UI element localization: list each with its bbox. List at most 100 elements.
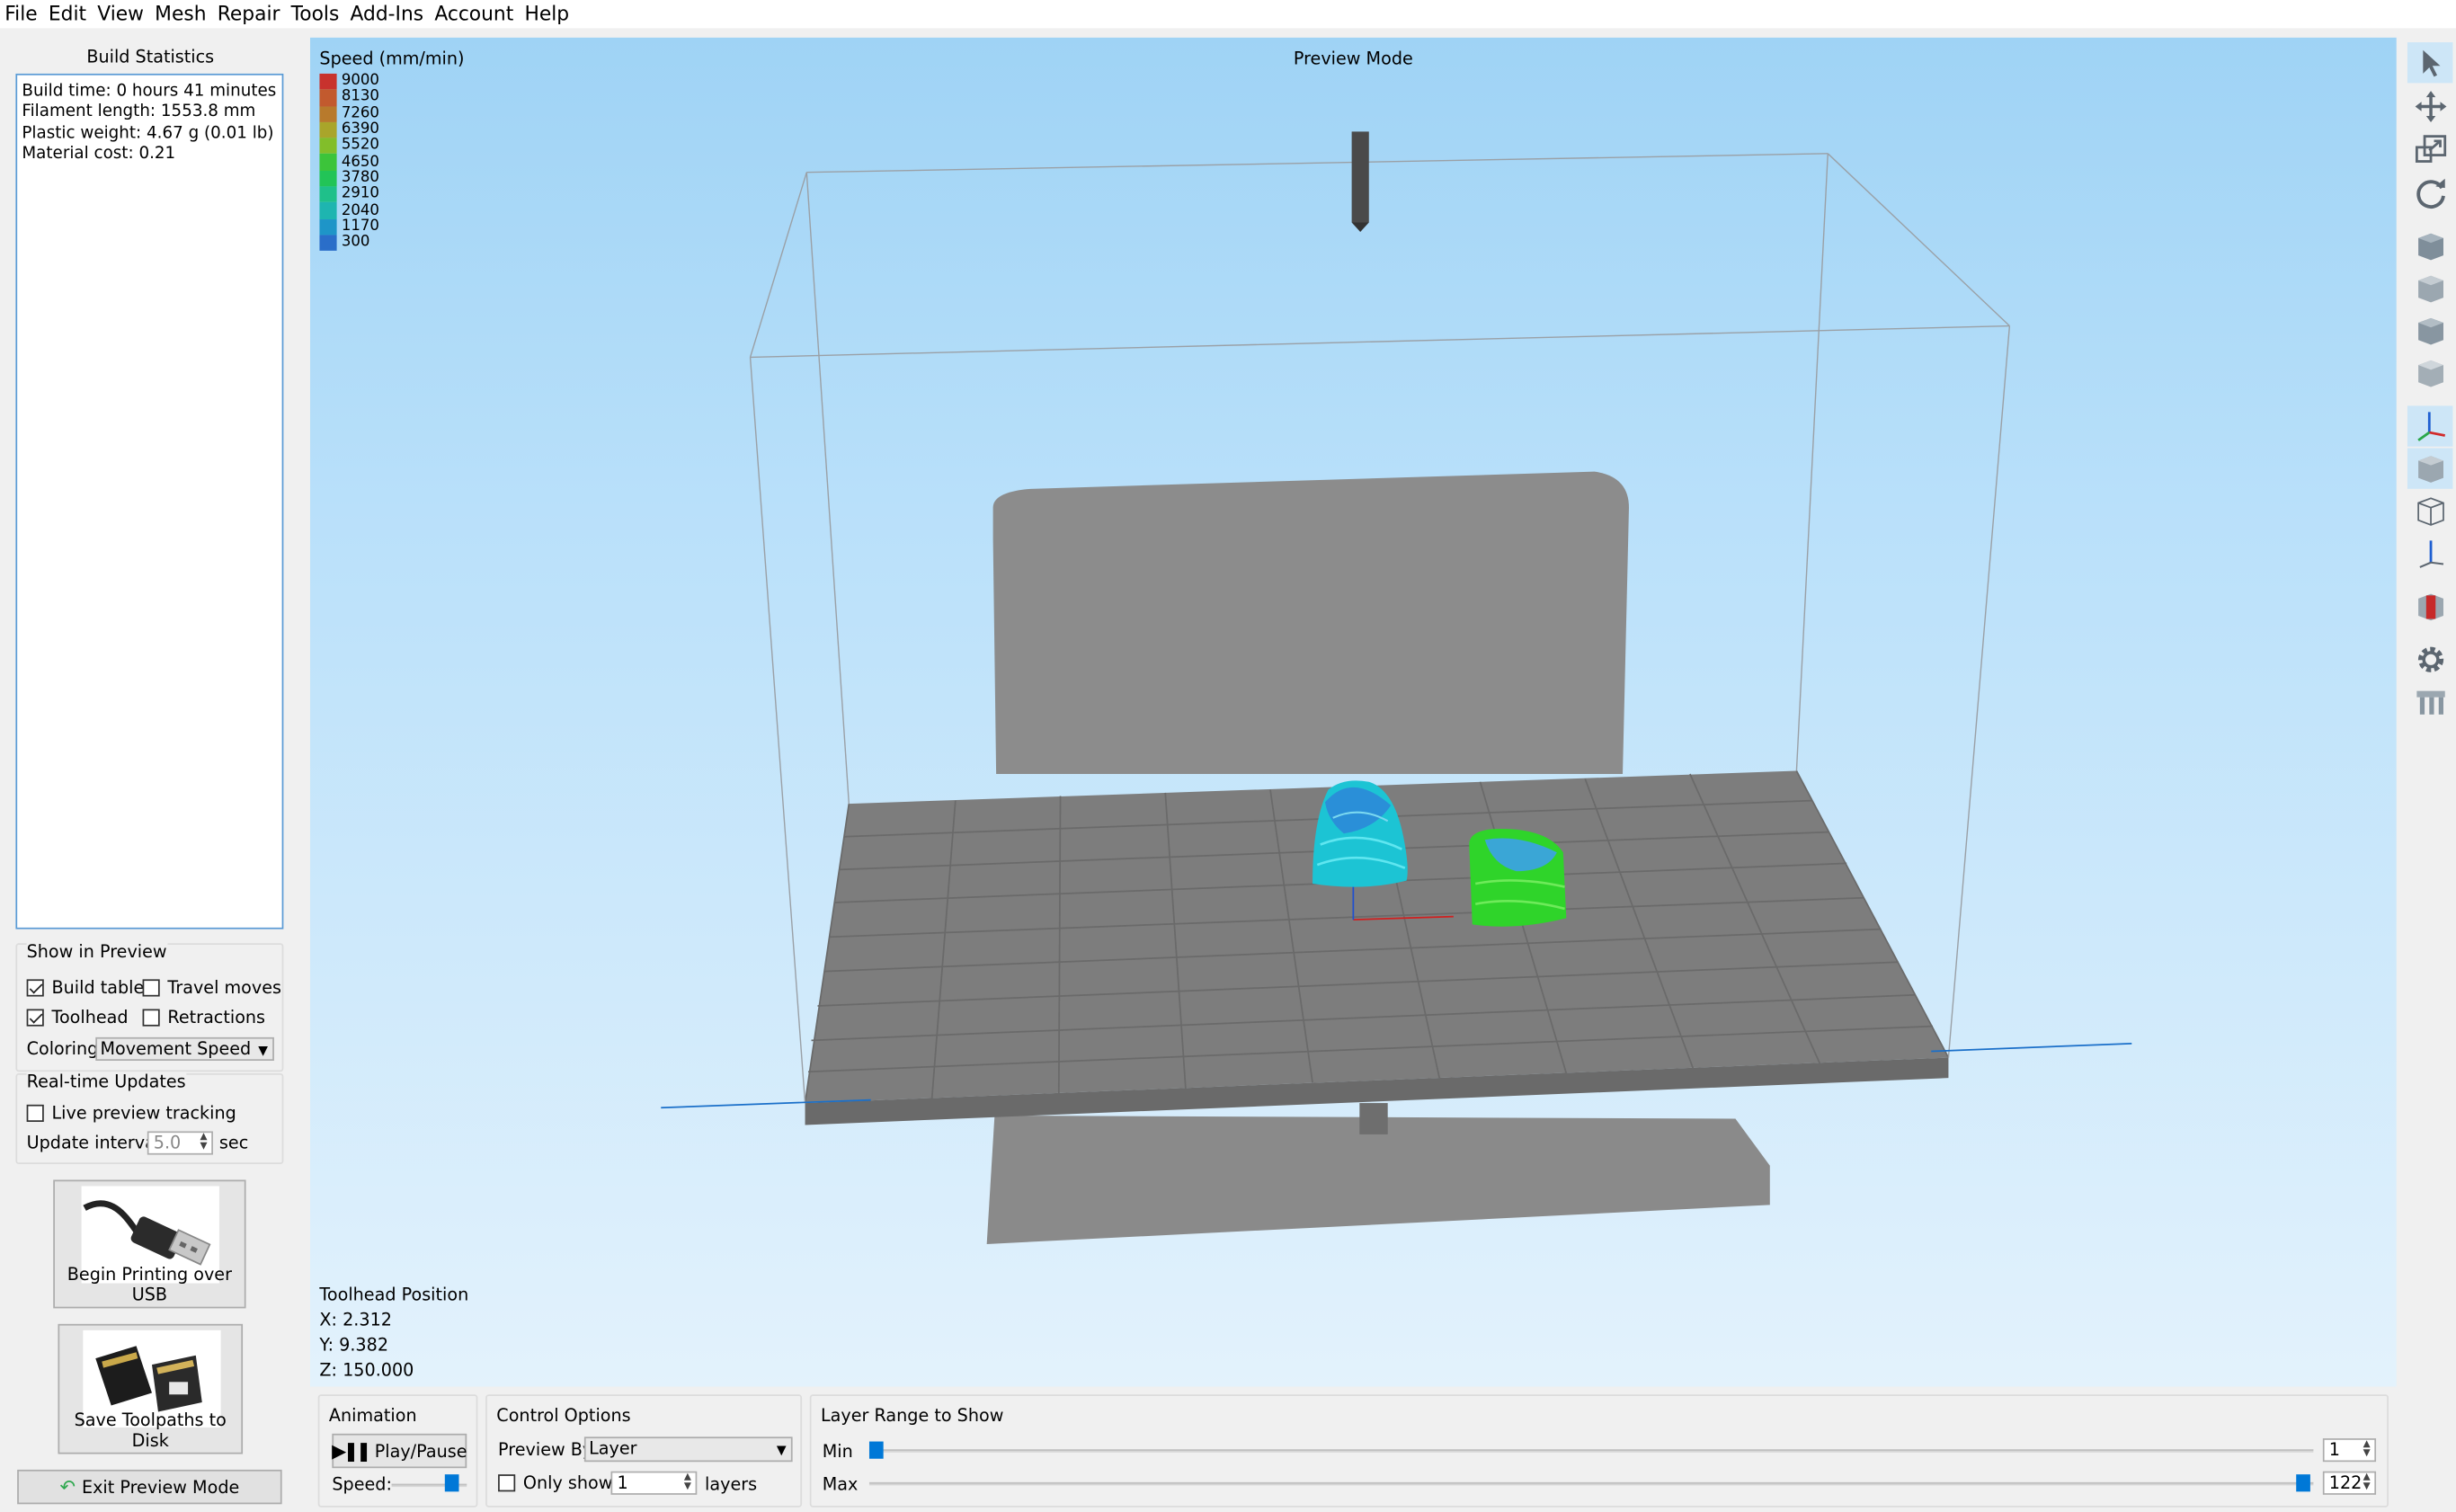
view-cube-top-icon[interactable] xyxy=(2407,268,2453,308)
menu-help[interactable]: Help xyxy=(520,0,575,28)
legend-row: 1170 xyxy=(319,218,379,236)
right-toolbar xyxy=(2400,37,2456,1511)
menu-mesh[interactable]: Mesh xyxy=(150,0,213,28)
left-panel: Build Statistics Build time: 0 hours 41 … xyxy=(0,34,305,1512)
only-show-label: Only show xyxy=(522,1472,613,1494)
solid-view-icon[interactable] xyxy=(2407,448,2453,489)
save-toolpaths-button[interactable]: Save Toolpaths to Disk xyxy=(58,1323,244,1454)
usb-button-label: Begin Printing over USB xyxy=(67,1264,232,1305)
spin-arrows-icon[interactable]: ▲ ▼ xyxy=(681,1472,694,1493)
axes-icon[interactable] xyxy=(2407,405,2453,447)
spin-arrows-icon[interactable]: ▲ ▼ xyxy=(2361,1472,2373,1493)
supports-icon[interactable] xyxy=(2407,681,2453,722)
toolhead-label: Toolhead xyxy=(51,1007,129,1028)
legend-value: 6390 xyxy=(341,120,379,138)
toolhead-position-title: Toolhead Position xyxy=(319,1285,469,1305)
axis-z-icon[interactable] xyxy=(2407,533,2453,574)
layer-max-spinbox[interactable]: 122 ▲ ▼ xyxy=(2322,1471,2377,1495)
toolhead-position-readout: Toolhead Position X: 2.312 Y: 9.382 Z: 1… xyxy=(319,1284,468,1384)
wireframe-view-icon[interactable] xyxy=(2407,491,2453,531)
build-table-checkbox-row[interactable]: Build table xyxy=(26,978,145,998)
legend-value: 2910 xyxy=(341,185,379,203)
app-window: File Edit View Mesh Repair Tools Add-Ins… xyxy=(0,0,2456,1512)
live-tracking-checkbox[interactable] xyxy=(26,1104,44,1122)
travel-moves-checkbox-row[interactable]: Travel moves xyxy=(142,978,281,998)
menu-file[interactable]: File xyxy=(0,0,44,28)
legend-row: 6390 xyxy=(319,120,379,138)
update-interval-spinbox[interactable]: 5.0 ▲ ▼ xyxy=(147,1131,213,1155)
only-show-checkbox[interactable] xyxy=(498,1474,516,1492)
only-show-checkbox-row[interactable]: Only show xyxy=(498,1472,612,1493)
live-tracking-label: Live preview tracking xyxy=(51,1103,236,1124)
build-stats-box[interactable]: Build time: 0 hours 41 minutes Filament … xyxy=(15,73,284,929)
legend-swatch xyxy=(319,218,337,236)
legend-value: 3780 xyxy=(341,169,379,187)
view-cube-iso-icon[interactable] xyxy=(2407,352,2453,393)
spin-arrows-icon[interactable]: ▲ ▼ xyxy=(198,1132,210,1153)
layer-max-thumb[interactable] xyxy=(2296,1474,2310,1492)
layer-min-value: 1 xyxy=(2328,1439,2340,1461)
scale-icon[interactable] xyxy=(2407,129,2453,169)
layer-min-slider[interactable] xyxy=(868,1449,2314,1453)
build-table-checkbox[interactable] xyxy=(26,979,44,997)
animation-group: Animation ▶❚❚ Play/Pause Speed: xyxy=(317,1394,478,1508)
filament-length-line: Filament length: 1553.8 mm xyxy=(22,102,256,121)
layer-max-slider[interactable] xyxy=(868,1481,2314,1486)
legend-value: 2040 xyxy=(341,201,379,219)
printer-back-plate xyxy=(992,471,1629,775)
menu-edit[interactable]: Edit xyxy=(44,0,93,28)
animation-speed-thumb[interactable] xyxy=(444,1474,459,1492)
legend-value: 5520 xyxy=(341,137,379,155)
layer-min-label: Min xyxy=(822,1441,853,1463)
rotate-icon[interactable] xyxy=(2407,173,2453,213)
preview-by-label: Preview By xyxy=(498,1439,593,1461)
legend-row: 8130 xyxy=(319,89,379,106)
sd-button-label: Save Toolpaths to Disk xyxy=(74,1410,227,1452)
legend-row: 2040 xyxy=(319,201,379,219)
toolhead-z: Z: 150.000 xyxy=(319,1359,414,1381)
play-pause-button[interactable]: ▶❚❚ Play/Pause xyxy=(332,1433,467,1469)
spin-arrows-icon[interactable]: ▲ ▼ xyxy=(2361,1439,2373,1461)
menu-account[interactable]: Account xyxy=(430,0,520,28)
layers-label: layers xyxy=(705,1474,758,1495)
retractions-checkbox-row[interactable]: Retractions xyxy=(142,1008,265,1027)
view-cube-front-icon[interactable] xyxy=(2407,226,2453,266)
layer-max-label: Max xyxy=(822,1474,859,1495)
menu-add-ins[interactable]: Add-Ins xyxy=(345,0,430,28)
begin-printing-usb-button[interactable]: Begin Printing over USB xyxy=(53,1179,246,1309)
legend-swatch xyxy=(319,73,337,90)
section-view-icon[interactable] xyxy=(2407,586,2453,627)
legend-value: 9000 xyxy=(341,72,379,90)
exit-preview-button[interactable]: ↶ Exit Preview Mode xyxy=(17,1469,282,1505)
move-icon[interactable] xyxy=(2407,86,2453,127)
select-arrow-icon[interactable] xyxy=(2407,42,2453,84)
menu-view[interactable]: View xyxy=(93,0,150,28)
material-cost-line: Material cost: 0.21 xyxy=(22,144,176,164)
retractions-checkbox[interactable] xyxy=(142,1009,160,1027)
layer-min-thumb[interactable] xyxy=(868,1441,884,1459)
legend-swatch xyxy=(319,170,337,187)
legend-row: 9000 xyxy=(319,72,379,90)
animation-speed-label: Speed: xyxy=(332,1474,392,1495)
layer-min-spinbox[interactable]: 1 ▲ ▼ xyxy=(2322,1438,2377,1463)
menu-repair[interactable]: Repair xyxy=(212,0,286,28)
gear-icon[interactable] xyxy=(2407,639,2453,680)
legend-swatch xyxy=(319,121,337,138)
coloring-dropdown[interactable]: Movement Speed ▼ xyxy=(95,1036,274,1062)
travel-moves-checkbox[interactable] xyxy=(142,979,160,997)
live-tracking-checkbox-row[interactable]: Live preview tracking xyxy=(26,1103,236,1124)
layer-range-group: Layer Range to Show Min 1 ▲ ▼ Max 122 ▲ ▼ xyxy=(809,1394,2389,1508)
only-show-layers-spinbox[interactable]: 1 ▲ ▼ xyxy=(610,1471,698,1495)
legend-swatch xyxy=(319,138,337,155)
toolhead-checkbox-row[interactable]: Toolhead xyxy=(26,1007,129,1028)
preview-by-dropdown[interactable]: Layer ▼ xyxy=(583,1436,793,1463)
chevron-down-icon: ▼ xyxy=(776,1443,787,1457)
legend-swatch xyxy=(319,105,337,122)
menu-tools[interactable]: Tools xyxy=(286,0,345,28)
menu-bar: File Edit View Mesh Repair Tools Add-Ins… xyxy=(0,0,2456,29)
scene-canvas[interactable] xyxy=(310,38,2397,1387)
only-show-value: 1 xyxy=(617,1472,628,1494)
3d-viewport[interactable]: Speed (mm/min) 9000 8130 7260 6390 5520 4650 3… xyxy=(309,37,2397,1387)
view-cube-side-icon[interactable] xyxy=(2407,310,2453,351)
toolhead-checkbox[interactable] xyxy=(26,1009,44,1027)
